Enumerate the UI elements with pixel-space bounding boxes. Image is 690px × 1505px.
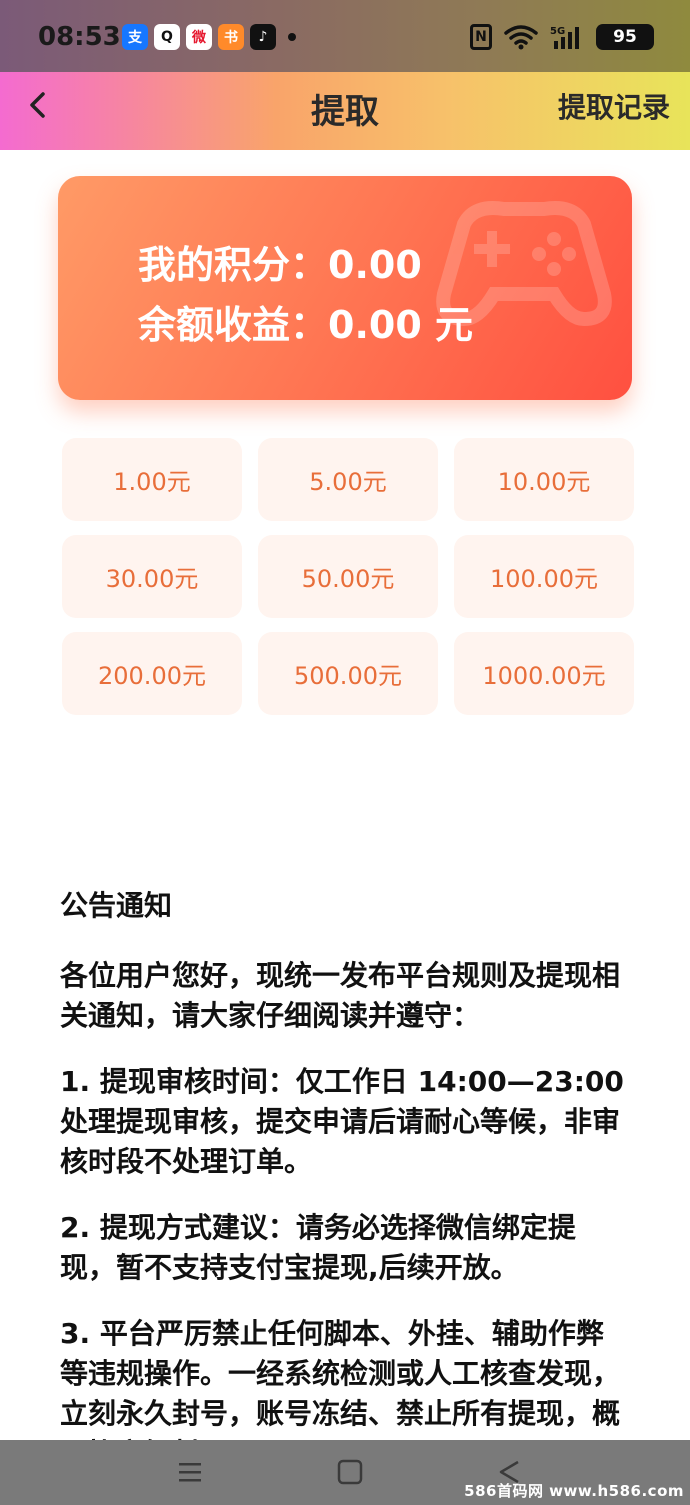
announcement-paragraph: 1. 提现审核时间：仅工作日 14:00—23:00 处理提现审核，提交申请后请… [60, 1065, 624, 1178]
alipay-icon: 支 [122, 24, 148, 50]
battery-indicator: 95 [596, 24, 654, 50]
more-notifications-icon [288, 33, 296, 41]
nfc-icon: N [470, 24, 492, 50]
signal-5g-icon: 5G [550, 24, 584, 50]
amount-option[interactable]: 10.00元 [454, 438, 634, 521]
balance-value: 余额收益：0.00 元 [138, 303, 473, 347]
tiktok-icon: ♪ [250, 24, 276, 50]
amount-option[interactable]: 500.00元 [258, 632, 438, 715]
recent-apps-icon[interactable] [176, 1458, 204, 1490]
amount-option[interactable]: 5.00元 [258, 438, 438, 521]
amount-option[interactable]: 30.00元 [62, 535, 242, 618]
status-bar: 08:53 支 Q 微 书 ♪ N 5G 95 [0, 0, 690, 72]
status-time: 08:53 [38, 22, 121, 52]
watermark-text: 586首码网 www.h586.com [464, 1482, 684, 1500]
amount-option[interactable]: 200.00元 [62, 632, 242, 715]
notification-app-icons: 支 Q 微 书 ♪ [122, 24, 296, 50]
points-value: 我的积分：0.00 [138, 243, 422, 287]
amount-option[interactable]: 100.00元 [454, 535, 634, 618]
wifi-icon [504, 24, 538, 50]
weibo-icon: 微 [186, 24, 212, 50]
header-bar: 提取 提取记录 [0, 72, 690, 150]
system-icons: N 5G 95 [470, 24, 654, 50]
announcement-title: 公告通知 [60, 889, 173, 922]
books-icon: 书 [218, 24, 244, 50]
amount-options-grid: 1.00元 5.00元 10.00元 30.00元 50.00元 100.00元… [62, 438, 636, 715]
svg-text:5G: 5G [550, 26, 565, 37]
points-card: 我的积分：0.00 余额收益：0.00 元 [58, 176, 632, 400]
home-icon[interactable] [336, 1458, 364, 1490]
announcement-paragraph: 2. 提现方式建议：请务必选择微信绑定提现，暂不支持支付宝提现,后续开放。 [60, 1211, 576, 1284]
amount-option[interactable]: 50.00元 [258, 535, 438, 618]
qq-icon: Q [154, 24, 180, 50]
announcement: 公告通知 各位用户您好，现统一发布平台规则及提现相关通知，请大家仔细阅读并遵守：… [60, 886, 630, 1500]
announcement-paragraph: 各位用户您好，现统一发布平台规则及提现相关通知，请大家仔细阅读并遵守： [60, 959, 621, 1032]
amount-option[interactable]: 1000.00元 [454, 632, 634, 715]
amount-option[interactable]: 1.00元 [62, 438, 242, 521]
withdraw-page: 08:53 支 Q 微 书 ♪ N 5G 95 提取 提取记录 我的积分：0.0… [0, 0, 690, 1505]
withdraw-record-link[interactable]: 提取记录 [558, 86, 670, 126]
